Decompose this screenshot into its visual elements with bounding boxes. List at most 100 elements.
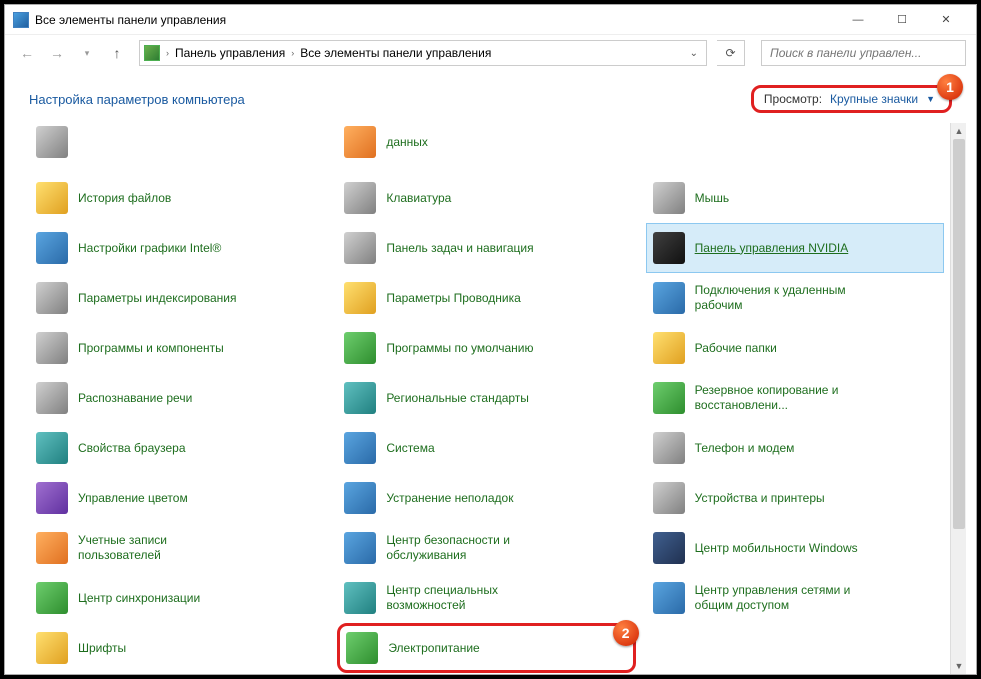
breadcrumb-1[interactable]: Панель управления bbox=[175, 46, 285, 60]
item-label: Параметры индексирования bbox=[78, 291, 236, 306]
scroll-thumb[interactable] bbox=[953, 139, 965, 529]
item-label: Свойства браузера bbox=[78, 441, 186, 456]
cp-item[interactable]: Мышь bbox=[646, 173, 944, 223]
minimize-button[interactable]: — bbox=[836, 6, 880, 34]
item-icon bbox=[653, 382, 685, 414]
item-label: Учетные записи пользователей bbox=[78, 533, 248, 563]
cp-item[interactable]: Подключения к удаленным рабочим bbox=[646, 273, 944, 323]
item-label: Программы по умолчанию bbox=[386, 341, 533, 356]
window-title: Все элементы панели управления bbox=[35, 13, 836, 27]
item-icon bbox=[344, 582, 376, 614]
cp-item[interactable]: Рабочие папки bbox=[646, 323, 944, 373]
cp-item[interactable]: Распознавание речи bbox=[29, 373, 327, 423]
cp-item[interactable]: Настройки графики Intel® bbox=[29, 223, 327, 273]
cp-item[interactable]: Свойства браузера bbox=[29, 423, 327, 473]
item-icon bbox=[653, 432, 685, 464]
back-button[interactable]: ← bbox=[15, 41, 39, 65]
cp-item[interactable]: данных bbox=[337, 123, 635, 173]
recent-dropdown[interactable]: ▾ bbox=[75, 41, 99, 65]
search-box[interactable] bbox=[761, 40, 966, 66]
cp-item[interactable]: Центр безопасности и обслуживания bbox=[337, 523, 635, 573]
item-label: Рабочие папки bbox=[695, 341, 777, 356]
cp-item[interactable]: Телефон и модем bbox=[646, 423, 944, 473]
chevron-right-icon: › bbox=[166, 48, 169, 58]
cp-item[interactable]: Клавиатура bbox=[337, 173, 635, 223]
cp-item[interactable]: Устранение неполадок bbox=[337, 473, 635, 523]
navbar: ← → ▾ ↑ › Панель управления › Все элемен… bbox=[5, 35, 976, 71]
close-button[interactable]: ✕ bbox=[924, 6, 968, 34]
cp-item[interactable]: Устройства и принтеры bbox=[646, 473, 944, 523]
address-dropdown-icon[interactable]: ⌄ bbox=[686, 48, 702, 59]
cp-item[interactable]: Центр синхронизации bbox=[29, 573, 327, 623]
breadcrumb-2[interactable]: Все элементы панели управления bbox=[300, 46, 491, 60]
item-icon bbox=[344, 182, 376, 214]
cp-item[interactable]: Панель задач и навигация bbox=[337, 223, 635, 273]
refresh-button[interactable]: ⟳ bbox=[717, 40, 745, 66]
item-icon bbox=[653, 332, 685, 364]
item-label: Региональные стандарты bbox=[386, 391, 529, 406]
view-selector[interactable]: Просмотр: Крупные значки ▼ 1 bbox=[751, 85, 952, 113]
scroll-up-icon[interactable]: ▲ bbox=[951, 123, 967, 139]
cp-item[interactable]: Программы и компоненты bbox=[29, 323, 327, 373]
item-label: Программы и компоненты bbox=[78, 341, 224, 356]
cp-item[interactable]: История файлов bbox=[29, 173, 327, 223]
cp-item[interactable]: Центр управления сетями и общим доступом bbox=[646, 573, 944, 623]
item-label: Панель управления NVIDIA bbox=[695, 241, 849, 256]
item-icon bbox=[344, 332, 376, 364]
cp-item[interactable]: Шрифты bbox=[29, 623, 327, 673]
item-label: Шрифты bbox=[78, 641, 126, 656]
item-label: Устранение неполадок bbox=[386, 491, 513, 506]
scroll-down-icon[interactable]: ▼ bbox=[951, 658, 967, 674]
cp-item[interactable]: Центр специальных возможностей bbox=[337, 573, 635, 623]
cp-item[interactable]: Центр мобильности Windows bbox=[646, 523, 944, 573]
cp-item bbox=[646, 123, 944, 173]
item-icon bbox=[36, 182, 68, 214]
header-row: Настройка параметров компьютера Просмотр… bbox=[5, 71, 976, 123]
item-icon bbox=[36, 126, 68, 158]
up-button[interactable]: ↑ bbox=[105, 41, 129, 65]
item-icon bbox=[36, 482, 68, 514]
control-panel-icon bbox=[144, 45, 160, 61]
cp-item[interactable]: Резервное копирование и восстановлени... bbox=[646, 373, 944, 423]
cp-item bbox=[29, 123, 327, 173]
view-value: Крупные значки bbox=[830, 92, 918, 106]
item-icon bbox=[344, 232, 376, 264]
address-bar[interactable]: › Панель управления › Все элементы панел… bbox=[139, 40, 707, 66]
titlebar: Все элементы панели управления — ☐ ✕ bbox=[5, 5, 976, 35]
item-icon bbox=[653, 232, 685, 264]
search-input[interactable] bbox=[768, 45, 959, 61]
item-icon bbox=[344, 382, 376, 414]
item-label: Клавиатура bbox=[386, 191, 451, 206]
item-label: Центр управления сетями и общим доступом bbox=[695, 583, 865, 613]
item-label: данных bbox=[386, 135, 428, 150]
cp-item[interactable]: Учетные записи пользователей bbox=[29, 523, 327, 573]
item-label: Мышь bbox=[695, 191, 730, 206]
item-label: Центр синхронизации bbox=[78, 591, 200, 606]
item-label: Устройства и принтеры bbox=[695, 491, 825, 506]
item-label: Распознавание речи bbox=[78, 391, 192, 406]
item-icon bbox=[36, 532, 68, 564]
cp-item[interactable]: Электропитание2 bbox=[337, 623, 635, 673]
annotation-badge-2: 2 bbox=[613, 620, 639, 646]
cp-item[interactable]: Программы по умолчанию bbox=[337, 323, 635, 373]
chevron-down-icon: ▼ bbox=[926, 94, 935, 104]
item-icon bbox=[653, 532, 685, 564]
item-icon bbox=[344, 282, 376, 314]
item-label: Панель задач и навигация bbox=[386, 241, 533, 256]
cp-item[interactable]: Региональные стандарты bbox=[337, 373, 635, 423]
scrollbar[interactable]: ▲ ▼ bbox=[950, 123, 966, 674]
item-icon bbox=[344, 126, 376, 158]
cp-item[interactable]: Система bbox=[337, 423, 635, 473]
item-label: Центр мобильности Windows bbox=[695, 541, 858, 556]
item-icon bbox=[653, 582, 685, 614]
cp-item bbox=[646, 623, 944, 673]
cp-item[interactable]: Управление цветом bbox=[29, 473, 327, 523]
forward-button[interactable]: → bbox=[45, 41, 69, 65]
cp-item[interactable]: Параметры Проводника bbox=[337, 273, 635, 323]
cp-item[interactable]: Панель управления NVIDIA bbox=[646, 223, 944, 273]
items-grid: данных История файлов Клавиатура Мышь Настро… bbox=[29, 123, 944, 674]
maximize-button[interactable]: ☐ bbox=[880, 6, 924, 34]
cp-item[interactable]: Параметры индексирования bbox=[29, 273, 327, 323]
item-label: Управление цветом bbox=[78, 491, 188, 506]
item-icon bbox=[653, 282, 685, 314]
